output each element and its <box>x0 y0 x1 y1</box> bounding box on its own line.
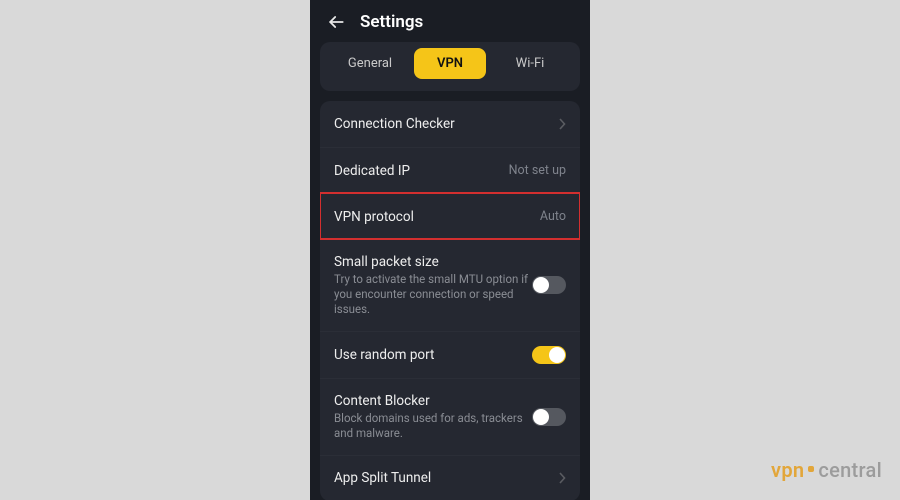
row-vpn-protocol[interactable]: VPN protocol Auto <box>320 193 580 239</box>
row-dedicated-ip[interactable]: Dedicated IP Not set up <box>320 147 580 193</box>
row-title: Dedicated IP <box>334 163 501 179</box>
row-random-port[interactable]: Use random port <box>320 331 580 378</box>
row-title: Content Blocker <box>334 393 532 409</box>
watermark: vpn central <box>771 458 882 482</box>
tabs: General VPN Wi-Fi <box>320 42 580 91</box>
settings-screen: Settings General VPN Wi-Fi Connection Ch… <box>310 0 590 500</box>
row-desc: Try to activate the small MTU option if … <box>334 272 532 317</box>
toggle-small-packet[interactable] <box>532 276 566 294</box>
watermark-left: vpn <box>771 458 804 482</box>
header: Settings <box>310 0 590 42</box>
tab-vpn[interactable]: VPN <box>414 48 486 79</box>
watermark-right: central <box>818 458 882 482</box>
row-value: Auto <box>540 209 566 224</box>
back-icon[interactable] <box>326 12 346 32</box>
toggle-random-port[interactable] <box>532 346 566 364</box>
chevron-right-icon <box>558 118 566 130</box>
page-title: Settings <box>360 12 423 32</box>
row-title: VPN protocol <box>334 209 532 225</box>
toggle-content-blocker[interactable] <box>532 408 566 426</box>
chevron-right-icon <box>558 472 566 484</box>
tab-wifi[interactable]: Wi-Fi <box>494 48 566 79</box>
row-content-blocker[interactable]: Content Blocker Block domains used for a… <box>320 378 580 455</box>
row-title: App Split Tunnel <box>334 470 558 486</box>
row-title: Connection Checker <box>334 116 558 132</box>
row-desc: Block domains used for ads, trackers and… <box>334 411 532 441</box>
row-small-packet[interactable]: Small packet size Try to activate the sm… <box>320 239 580 331</box>
settings-list: Connection Checker Dedicated IP Not set … <box>320 101 580 500</box>
row-title: Use random port <box>334 347 532 363</box>
row-connection-checker[interactable]: Connection Checker <box>320 101 580 147</box>
row-split-tunnel[interactable]: App Split Tunnel <box>320 455 580 500</box>
pin-icon <box>808 466 814 472</box>
row-title: Small packet size <box>334 254 532 270</box>
tab-general[interactable]: General <box>334 48 406 79</box>
row-value: Not set up <box>509 163 566 178</box>
